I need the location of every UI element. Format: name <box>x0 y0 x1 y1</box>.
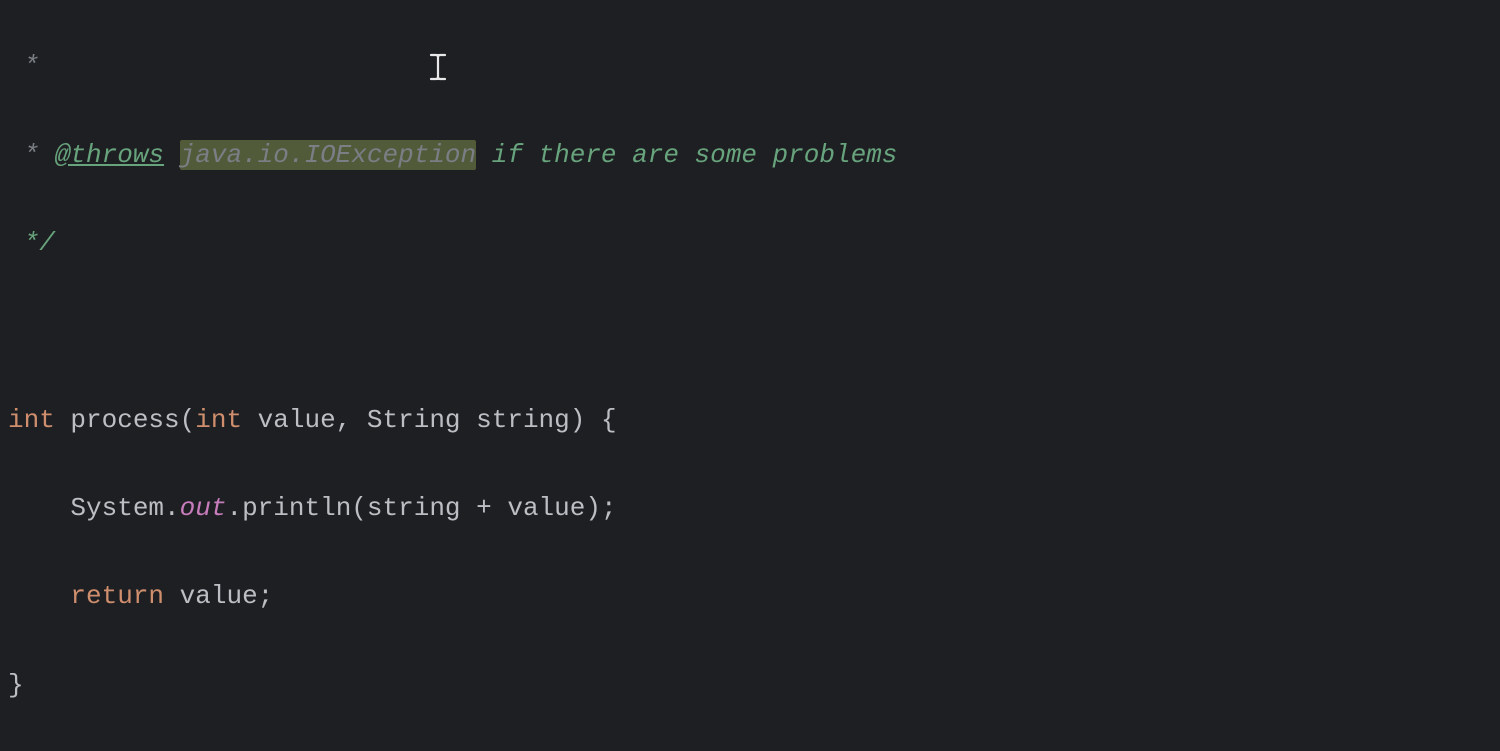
code-line[interactable]: System.out.println(string + value); <box>8 486 1492 530</box>
code-line[interactable]: return value; <box>8 574 1492 618</box>
dot: . <box>226 493 242 523</box>
code-line[interactable]: } <box>8 663 1492 707</box>
code-line[interactable]: * <box>8 44 1492 88</box>
javadoc-star: * <box>8 140 55 170</box>
code-line[interactable]: int process(int value, String string) { <box>8 398 1492 442</box>
indent <box>8 581 70 611</box>
param-string: string <box>476 405 570 435</box>
javadoc-class-ref: java.io.IOExcep <box>180 140 414 170</box>
javadoc-star: * <box>8 51 39 81</box>
keyword-int: int <box>8 405 55 435</box>
paren-close: ) <box>585 493 601 523</box>
param-value: value <box>258 405 336 435</box>
code-line[interactable]: */ <box>8 221 1492 265</box>
paren-open: ( <box>180 405 196 435</box>
brace-open: { <box>585 405 616 435</box>
code-line-blank[interactable] <box>8 309 1492 353</box>
space <box>242 405 258 435</box>
dot: . <box>164 493 180 523</box>
javadoc-space <box>164 140 180 170</box>
var-string: string <box>367 493 461 523</box>
method-println: println <box>242 493 351 523</box>
code-line[interactable]: * @throws java.io.IOException if there a… <box>8 133 1492 177</box>
keyword-int: int <box>195 405 242 435</box>
javadoc-description: if there are some problems <box>476 140 897 170</box>
paren-close: ) <box>570 405 586 435</box>
comma: , <box>336 405 367 435</box>
var-value: value <box>180 581 258 611</box>
brace-close: } <box>8 670 24 700</box>
space <box>461 405 477 435</box>
space <box>55 405 71 435</box>
selection-highlight: java.io.IOException <box>180 140 476 170</box>
javadoc-close: */ <box>8 228 55 258</box>
type-string: String <box>367 405 461 435</box>
semicolon: ; <box>258 581 274 611</box>
indent <box>8 493 70 523</box>
javadoc-class-ref: ion <box>429 140 476 170</box>
plus-operator: + <box>461 493 508 523</box>
field-out: out <box>180 493 227 523</box>
var-value: value <box>507 493 585 523</box>
paren-open: ( <box>351 493 367 523</box>
method-name: process <box>70 405 179 435</box>
javadoc-class-ref: t <box>414 140 430 170</box>
semicolon: ; <box>601 493 617 523</box>
class-system: System <box>70 493 164 523</box>
code-editor[interactable]: * * @throws java.io.IOException if there… <box>0 0 1500 751</box>
javadoc-throws-tag: @throws <box>55 140 164 170</box>
space <box>164 581 180 611</box>
keyword-return: return <box>70 581 164 611</box>
